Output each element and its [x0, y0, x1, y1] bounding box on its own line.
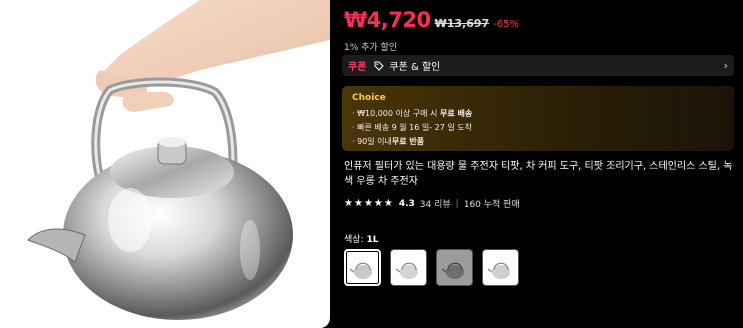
- coupon-tag: 쿠폰: [348, 62, 367, 73]
- fast-delivery-line: · 빠른 배송 9 월 16 일- 27 일 도착: [352, 123, 473, 132]
- original-price: ₩13,697: [434, 17, 490, 30]
- choice-benefits-box: Choice · ₩10,000 이상 구매 시 무료 배송 · 빠른 배송 9…: [342, 86, 734, 151]
- coupon-text: 쿠폰 & 할인: [389, 62, 441, 73]
- swatch-option-3[interactable]: [436, 249, 473, 286]
- teapot-thumbnail-icon: [349, 262, 372, 279]
- star-icon: ★: [383, 198, 393, 209]
- rating-value: 4.3: [398, 198, 415, 209]
- tag-icon: [374, 61, 385, 71]
- color-swatches: [344, 249, 519, 286]
- color-label: 색상: 1L: [344, 232, 378, 245]
- price-row: ₩4,720 ₩13,697 -65%: [344, 8, 519, 32]
- free-shipping-bold: 무료 배송: [439, 109, 473, 118]
- star-icon: ★: [373, 198, 383, 209]
- teapot-thumbnail-icon: [441, 262, 464, 279]
- free-shipping-line: · ₩10,000 이상 구매 시 무료 배송: [352, 107, 724, 121]
- star-icon: ★: [363, 198, 373, 209]
- star-icon: ★: [344, 198, 353, 209]
- product-title: 인퓨저 필터가 있는 대용량 물 주전자 티팟, 차 커피 도구, 티팟 조리기…: [344, 161, 733, 187]
- chevron-right-icon: ›: [723, 59, 728, 72]
- discount-percent: -65%: [493, 19, 520, 30]
- sold-count: 160 누적 판매: [463, 200, 520, 210]
- current-price: ₩4,720: [344, 8, 431, 32]
- free-return-line: · 90일 이내무료 반품: [352, 135, 724, 149]
- coupon-bar[interactable]: 쿠폰 쿠폰 & 할인 ›: [342, 55, 734, 76]
- free-shipping-text: · ₩10,000 이상 구매 시: [352, 109, 440, 118]
- star-icon: ★: [353, 198, 363, 209]
- swatch-option-2[interactable]: [390, 249, 427, 286]
- swatch-option-4[interactable]: [482, 249, 519, 286]
- choice-title: Choice: [352, 93, 386, 103]
- teapot-thumbnail-icon: [395, 262, 418, 279]
- review-count[interactable]: 34 리뷰: [420, 197, 451, 210]
- separator: |: [455, 198, 459, 209]
- teapot-product-image[interactable]: [0, 0, 330, 328]
- free-return-bold: 무료 반품: [391, 137, 425, 146]
- product-details-panel: ₩4,720 ₩13,697 -65% 1% 추가 할인 쿠폰 쿠폰 & 할인 …: [330, 0, 743, 328]
- color-label-prefix: 색상:: [344, 235, 367, 245]
- rating-row[interactable]: ★ ★ ★ ★ ★ 4.3 34 리뷰 | 160 누적 판매: [344, 197, 520, 210]
- teapot-thumbnail-icon: [487, 262, 510, 279]
- free-return-text: · 90일 이내: [352, 137, 392, 146]
- extra-discount-text: 1% 추가 할인: [344, 43, 398, 53]
- swatch-option-1[interactable]: [344, 249, 381, 286]
- color-value: 1L: [366, 235, 379, 245]
- product-image-panel: [0, 0, 330, 328]
